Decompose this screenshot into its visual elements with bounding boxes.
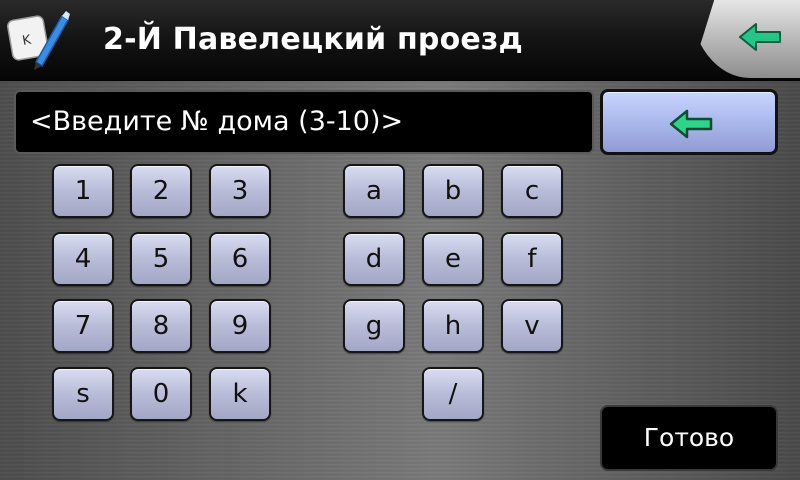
key-6[interactable]: 6 [209,232,271,286]
key-3[interactable]: 3 [209,164,271,218]
key-k[interactable]: k [209,367,271,421]
key-c[interactable]: c [501,164,563,218]
key-7[interactable]: 7 [52,299,114,353]
key-v[interactable]: v [501,299,563,353]
key-a[interactable]: a [343,164,405,218]
key-d[interactable]: d [343,232,405,286]
key-s[interactable]: s [52,367,114,421]
house-number-input[interactable]: <Введите № дома (3-10)> [14,90,594,154]
key-9[interactable]: 9 [209,299,271,353]
backspace-arrow-icon [669,109,713,139]
key-8[interactable]: 8 [130,299,192,353]
key-h[interactable]: h [422,299,484,353]
back-arrow-icon [739,23,781,51]
key-5[interactable]: 5 [130,232,192,286]
key-slash[interactable]: / [422,367,484,421]
key-g[interactable]: g [343,299,405,353]
key-4[interactable]: 4 [52,232,114,286]
house-number-placeholder: <Введите № дома (3-10)> [30,106,404,137]
key-f[interactable]: f [501,232,563,286]
backspace-button[interactable] [600,89,778,155]
key-b[interactable]: b [422,164,484,218]
key-0[interactable]: 0 [130,367,192,421]
key-2[interactable]: 2 [130,164,192,218]
done-button[interactable]: Готово [600,405,778,471]
top-bar: K 2-Й Павелецкий проезд [0,0,800,81]
key-e[interactable]: e [422,232,484,286]
page-title: 2-Й Павелецкий проезд [103,22,523,57]
key-1[interactable]: 1 [52,164,114,218]
back-button[interactable] [690,0,800,78]
keyboard-pen-icon: K [6,8,72,72]
